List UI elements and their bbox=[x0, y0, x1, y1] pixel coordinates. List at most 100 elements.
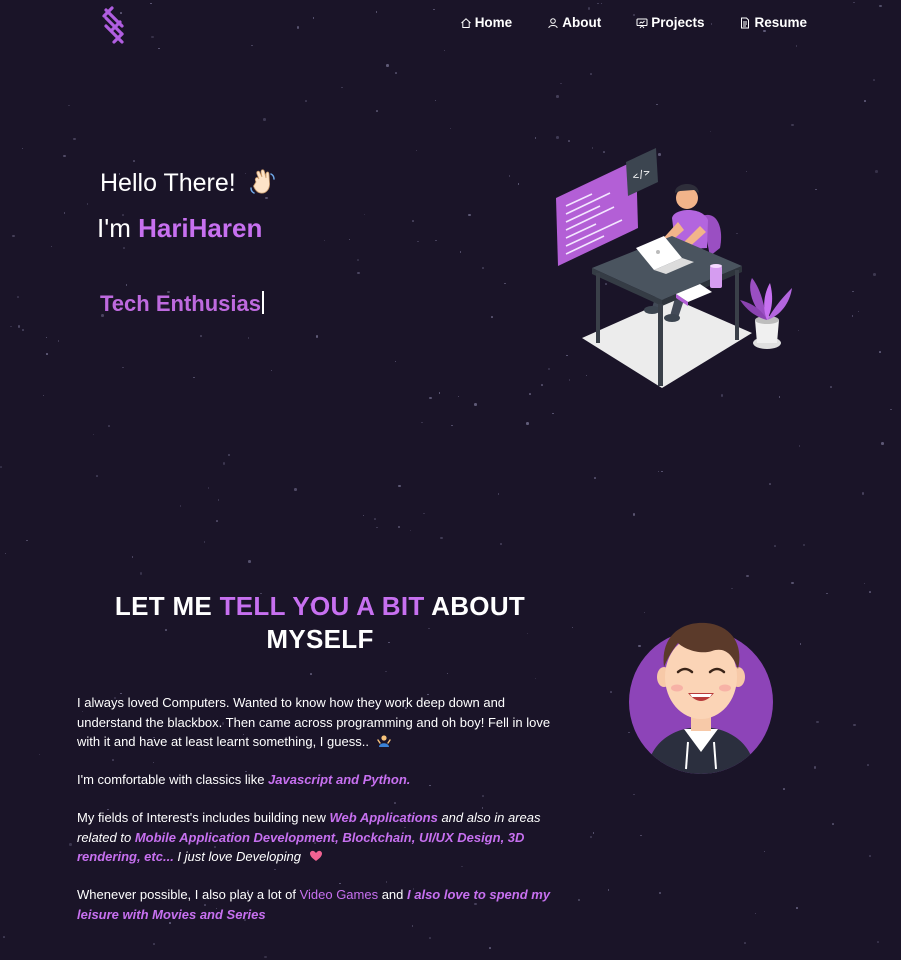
name-prefix: I'm bbox=[97, 213, 139, 243]
star bbox=[217, 499, 220, 501]
star bbox=[534, 137, 537, 139]
star bbox=[357, 259, 359, 261]
hero-name: I'm HariHaren bbox=[97, 213, 262, 244]
star bbox=[482, 267, 484, 269]
star bbox=[832, 823, 834, 825]
nav-resume[interactable]: Resume bbox=[739, 15, 807, 30]
nav-projects[interactable]: Projects bbox=[636, 15, 704, 30]
star bbox=[376, 110, 378, 112]
star bbox=[417, 240, 419, 243]
star bbox=[440, 536, 443, 540]
star bbox=[863, 582, 866, 585]
star bbox=[46, 353, 48, 355]
star bbox=[547, 367, 551, 371]
star bbox=[10, 325, 12, 328]
star bbox=[438, 392, 441, 394]
star bbox=[207, 487, 210, 489]
star bbox=[443, 49, 446, 52]
star bbox=[590, 836, 592, 838]
about-p4-pre: Whenever possible, I also play a lot of bbox=[77, 887, 300, 902]
star bbox=[459, 251, 462, 253]
star bbox=[398, 484, 401, 488]
star bbox=[877, 941, 879, 943]
star bbox=[57, 340, 60, 342]
nav-home[interactable]: Home bbox=[460, 15, 513, 30]
star bbox=[815, 188, 817, 191]
star bbox=[247, 337, 250, 339]
star bbox=[264, 955, 267, 959]
star bbox=[468, 213, 471, 217]
star bbox=[881, 442, 884, 445]
star bbox=[12, 234, 15, 238]
star bbox=[17, 296, 19, 298]
star bbox=[560, 82, 562, 85]
star bbox=[774, 545, 776, 547]
star bbox=[305, 100, 307, 102]
nav-about-label: About bbox=[562, 15, 602, 30]
star bbox=[21, 147, 24, 150]
star bbox=[640, 834, 642, 837]
about-p4-accent1: Video Games bbox=[299, 887, 379, 902]
about-title-pre: LET ME bbox=[114, 591, 220, 621]
star bbox=[446, 672, 449, 675]
star bbox=[263, 118, 266, 121]
star bbox=[489, 947, 491, 949]
star bbox=[552, 412, 554, 415]
star bbox=[435, 239, 437, 242]
star bbox=[474, 403, 477, 406]
about-body: I always loved Computers. Wanted to know… bbox=[77, 693, 562, 943]
star bbox=[731, 587, 733, 590]
star bbox=[763, 850, 766, 853]
star bbox=[879, 351, 881, 353]
nav-projects-label: Projects bbox=[651, 15, 705, 30]
star bbox=[861, 492, 865, 495]
star bbox=[754, 912, 757, 915]
star bbox=[796, 907, 798, 909]
star bbox=[571, 626, 574, 629]
about-p3-pre: My fields of Interest's includes buildin… bbox=[77, 810, 330, 825]
star bbox=[661, 470, 663, 473]
star bbox=[709, 130, 712, 133]
star bbox=[633, 793, 635, 796]
shrug-icon bbox=[376, 735, 391, 747]
navbar: Home About Projects Resume bbox=[0, 0, 901, 50]
star bbox=[294, 488, 297, 491]
star bbox=[778, 396, 781, 398]
star bbox=[656, 103, 658, 106]
nav-about[interactable]: About bbox=[547, 15, 601, 30]
star bbox=[63, 212, 66, 214]
star bbox=[315, 335, 319, 338]
star bbox=[643, 611, 646, 614]
star bbox=[720, 394, 724, 397]
star bbox=[592, 832, 595, 834]
star bbox=[658, 891, 662, 895]
star bbox=[857, 310, 860, 313]
star bbox=[534, 677, 537, 680]
logo-icon[interactable] bbox=[100, 6, 128, 46]
projects-icon bbox=[636, 18, 648, 28]
star bbox=[363, 213, 366, 216]
star bbox=[864, 100, 866, 102]
star bbox=[449, 127, 452, 130]
star bbox=[92, 433, 95, 436]
star bbox=[517, 183, 520, 185]
star bbox=[798, 445, 801, 447]
star bbox=[875, 170, 878, 173]
star bbox=[0, 466, 2, 468]
star bbox=[17, 325, 21, 328]
star bbox=[412, 220, 414, 222]
star bbox=[227, 453, 231, 457]
star bbox=[852, 290, 854, 293]
star bbox=[3, 936, 5, 938]
star bbox=[26, 539, 28, 541]
star bbox=[744, 942, 746, 944]
star bbox=[123, 247, 125, 249]
star bbox=[193, 376, 195, 379]
about-p4-mid: and bbox=[378, 887, 408, 902]
star bbox=[746, 574, 749, 578]
star bbox=[769, 483, 771, 485]
name-highlight: HariHaren bbox=[138, 213, 263, 243]
typewriter-cursor bbox=[261, 291, 264, 314]
nav-home-label: Home bbox=[474, 15, 513, 30]
nav-links: Home About Projects Resume bbox=[425, 15, 807, 30]
